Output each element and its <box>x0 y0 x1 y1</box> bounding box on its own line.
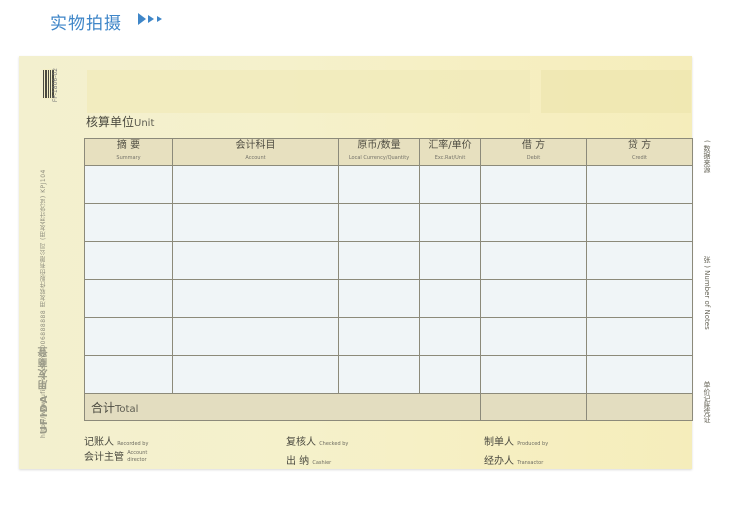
table-cell <box>84 355 173 394</box>
total-row: 合计Total <box>84 393 693 421</box>
table-cell <box>586 241 693 280</box>
table-cell <box>172 355 339 394</box>
table-row <box>84 203 693 242</box>
unit-label-cn: 核算单位 <box>86 115 135 129</box>
table-cell <box>419 241 481 280</box>
right-side-label-mid: 张 ) Number of Notes <box>703 256 711 330</box>
table-cell <box>586 355 693 394</box>
table-cell <box>419 165 481 204</box>
column-exchange-rate: 汇率/单价 Exc.Rat/Unit <box>419 138 481 166</box>
right-side-label-bottom: 单价记账凭证 <box>703 381 711 423</box>
table-row <box>84 279 693 318</box>
table-cell <box>172 279 339 318</box>
table-cell <box>419 355 481 394</box>
table-cell <box>338 317 420 356</box>
table-cell <box>480 203 587 242</box>
triple-arrow-icon <box>138 13 162 25</box>
table-cell <box>338 279 420 318</box>
table-cell <box>586 203 693 242</box>
table-header-row: 摘 要 Summary 会计科目 Account 原币/数量 Local Curren… <box>84 138 693 166</box>
table-cell <box>419 317 481 356</box>
table-cell <box>338 165 420 204</box>
table-cell <box>338 241 420 280</box>
table-row <box>84 317 693 356</box>
recorded-by-label: 记账人 Recorded by <box>84 437 149 448</box>
table-cell <box>338 203 420 242</box>
voucher-table: 摘 要 Summary 会计科目 Account 原币/数量 Local Curren… <box>84 138 693 421</box>
table-row <box>84 355 693 394</box>
table-cell <box>338 355 420 394</box>
top-blank-area <box>87 70 530 113</box>
column-summary: 摘 要 Summary <box>84 138 173 166</box>
voucher-paper: FP-1806-02 http://www.ufidaoa.com 400688… <box>19 56 711 469</box>
brand-logo-text: UFIDA 用友商登 <box>39 346 50 435</box>
table-cell <box>419 279 481 318</box>
right-side-label-top: ( 数据来源 <box>703 140 711 173</box>
column-debit: 借 方 Debit <box>480 138 587 166</box>
produced-by-label: 制单人 Produced by <box>484 437 549 448</box>
table-cell <box>172 317 339 356</box>
transactor-label: 经办人 Transactor <box>484 456 544 467</box>
table-cell <box>480 317 587 356</box>
column-credit: 贷 方 Credit <box>586 138 693 166</box>
total-credit-cell <box>586 393 693 421</box>
table-cell <box>84 203 173 242</box>
checked-by-label: 复核人 Checked by <box>286 437 349 448</box>
unit-label-en: Unit <box>134 118 155 129</box>
account-director-label: 会计主管 Account director <box>84 450 148 463</box>
table-row <box>84 241 693 280</box>
total-label: 合计Total <box>84 393 481 421</box>
table-cell <box>480 165 587 204</box>
unit-label: 核算单位Unit <box>86 113 154 130</box>
cashier-label: 出 纳 Cashier <box>286 456 332 467</box>
column-currency-quantity: 原币/数量 Local Currency/Quantity <box>338 138 420 166</box>
table-cell <box>586 279 693 318</box>
table-cell <box>172 241 339 280</box>
section-title: 实物拍摄 <box>50 14 122 34</box>
total-debit-cell <box>480 393 587 421</box>
table-cell <box>586 165 693 204</box>
table-cell <box>84 241 173 280</box>
table-cell <box>480 279 587 318</box>
table-cell <box>172 203 339 242</box>
top-right-blank-area <box>541 70 691 113</box>
table-row <box>84 165 693 204</box>
voucher-code: FP-1806-02 <box>52 68 59 103</box>
table-cell <box>84 279 173 318</box>
table-cell <box>419 203 481 242</box>
column-account: 会计科目 Account <box>172 138 339 166</box>
table-cell <box>172 165 339 204</box>
table-cell <box>480 241 587 280</box>
table-cell <box>84 317 173 356</box>
table-cell <box>84 165 173 204</box>
table-cell <box>586 317 693 356</box>
table-cell <box>480 355 587 394</box>
